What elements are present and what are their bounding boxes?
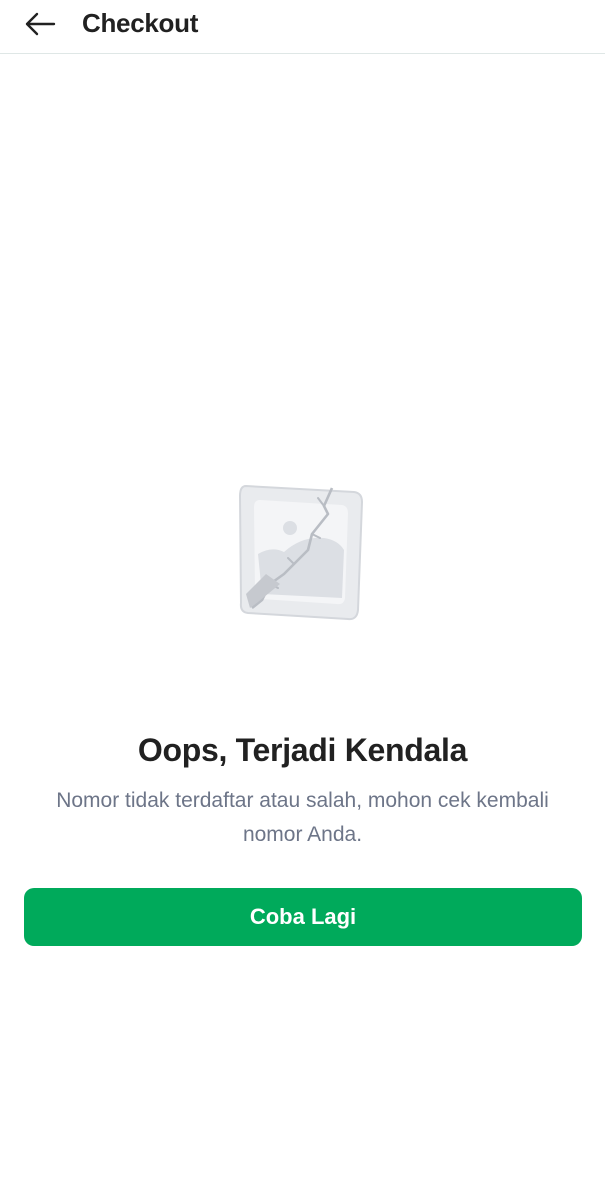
back-button[interactable] xyxy=(20,6,60,42)
app-header: Checkout xyxy=(0,0,605,54)
arrow-left-icon xyxy=(25,12,56,36)
error-message: Nomor tidak terdaftar atau salah, mohon … xyxy=(56,789,549,846)
broken-image-icon xyxy=(238,484,364,621)
page-title: Checkout xyxy=(82,8,199,38)
broken-image-illustration xyxy=(232,476,372,626)
error-title: Oops, Terjadi Kendala xyxy=(137,732,468,768)
retry-button[interactable]: Coba Lagi xyxy=(24,888,582,946)
